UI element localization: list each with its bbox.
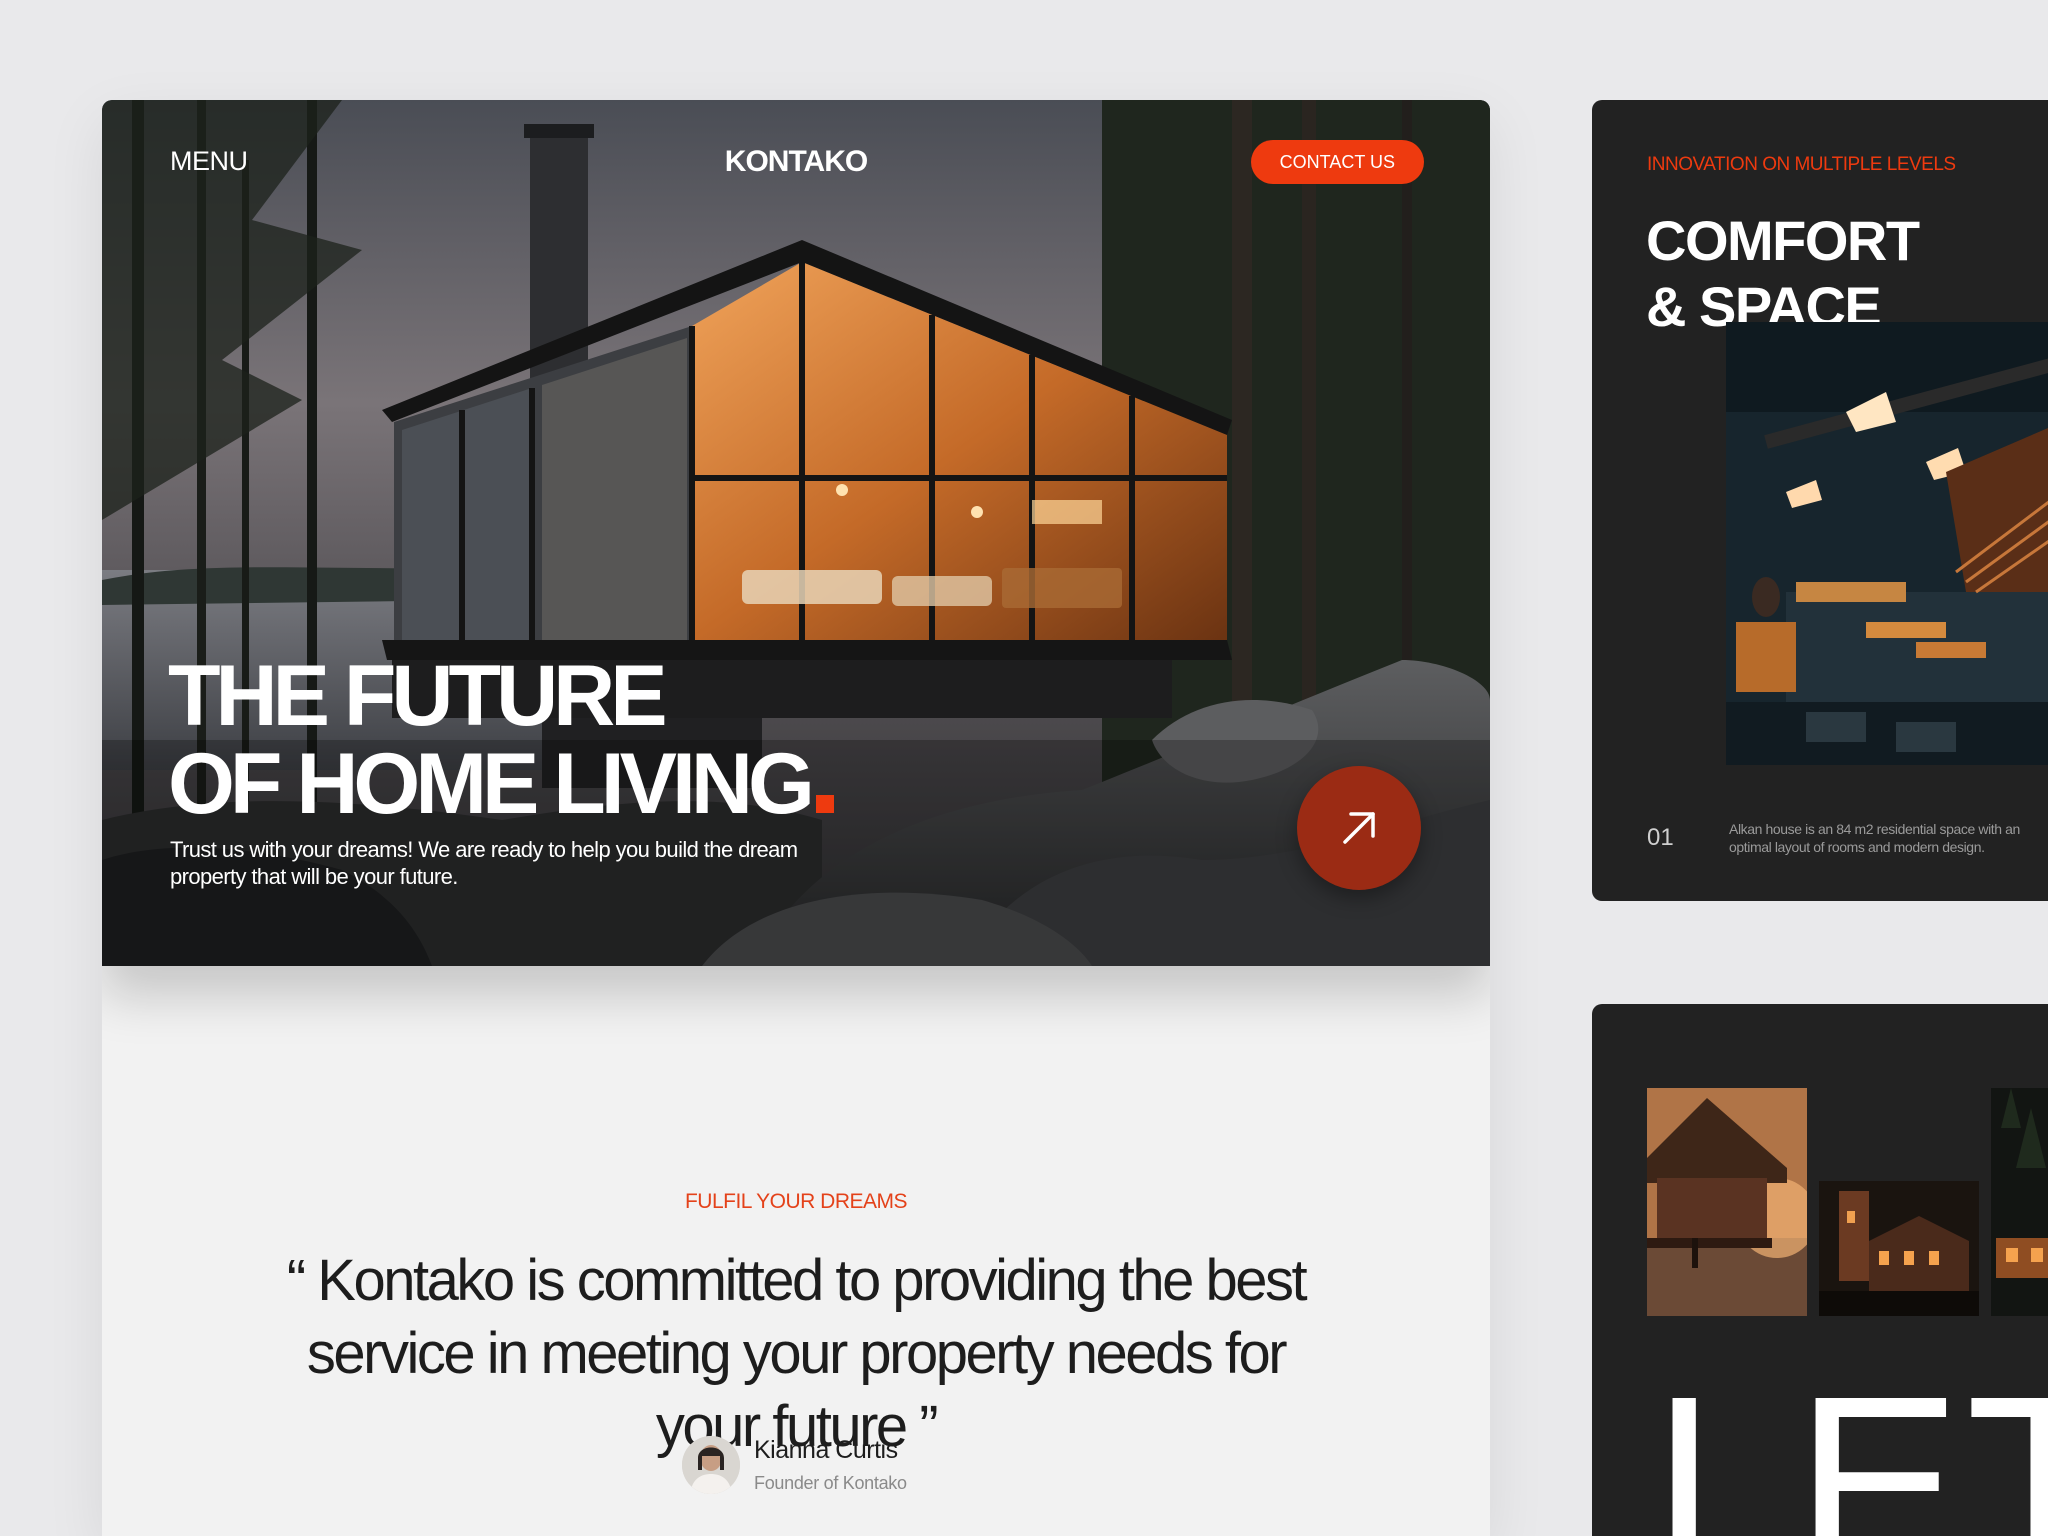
hero-subtitle: Trust us with your dreams! We are ready …	[170, 837, 798, 889]
quote-author: Kianna Curtis Founder of Kontako	[682, 1436, 907, 1494]
feature-description: Alkan house is an 84 m2 residential spac…	[1729, 821, 2020, 855]
gallery-image-mansion	[1819, 1181, 1979, 1316]
feature-eyebrow: INNOVATION ON MULTIPLE LEVELS	[1647, 154, 1956, 175]
feature-title: COMFORT & SPACE	[1646, 208, 1920, 340]
hero-title-line2: OF HOME LIVING	[168, 736, 815, 832]
hero-title: THE FUTURE OF HOME LIVING	[168, 652, 834, 828]
accent-square	[815, 795, 834, 813]
hero-section: MENU KONTAKO CONTACT US THE FUTURE OF HO…	[102, 100, 1490, 966]
arrow-up-right-icon	[1343, 812, 1375, 844]
gallery-image-cabin	[1647, 1088, 1807, 1316]
quote-eyebrow: FULFIL YOUR DREAMS	[684, 1190, 908, 1213]
feature-title-line1: COMFORT	[1646, 209, 1920, 272]
author-name: Kianna Curtis	[754, 1436, 898, 1464]
gallery-image-forest	[1991, 1088, 2048, 1316]
landing-page-card: MENU KONTAKO CONTACT US THE FUTURE OF HO…	[102, 100, 1490, 1536]
hero-title-line1: THE FUTURE	[168, 648, 668, 744]
contact-us-button[interactable]: CONTACT US	[1250, 140, 1424, 184]
hero-arrow-button[interactable]	[1297, 766, 1421, 890]
gallery-card: LET’S	[1592, 1004, 2048, 1536]
lets-heading: LET’S	[1652, 1344, 2048, 1536]
founder-quote: “ Kontako is committed to providing the …	[286, 1248, 1308, 1459]
avatar	[682, 1436, 740, 1494]
feature-card: INNOVATION ON MULTIPLE LEVELS COMFORT & …	[1592, 100, 2048, 901]
author-role: Founder of Kontako	[754, 1473, 907, 1493]
slide-counter: 01	[1647, 824, 1674, 851]
interior-image	[1726, 322, 2048, 765]
